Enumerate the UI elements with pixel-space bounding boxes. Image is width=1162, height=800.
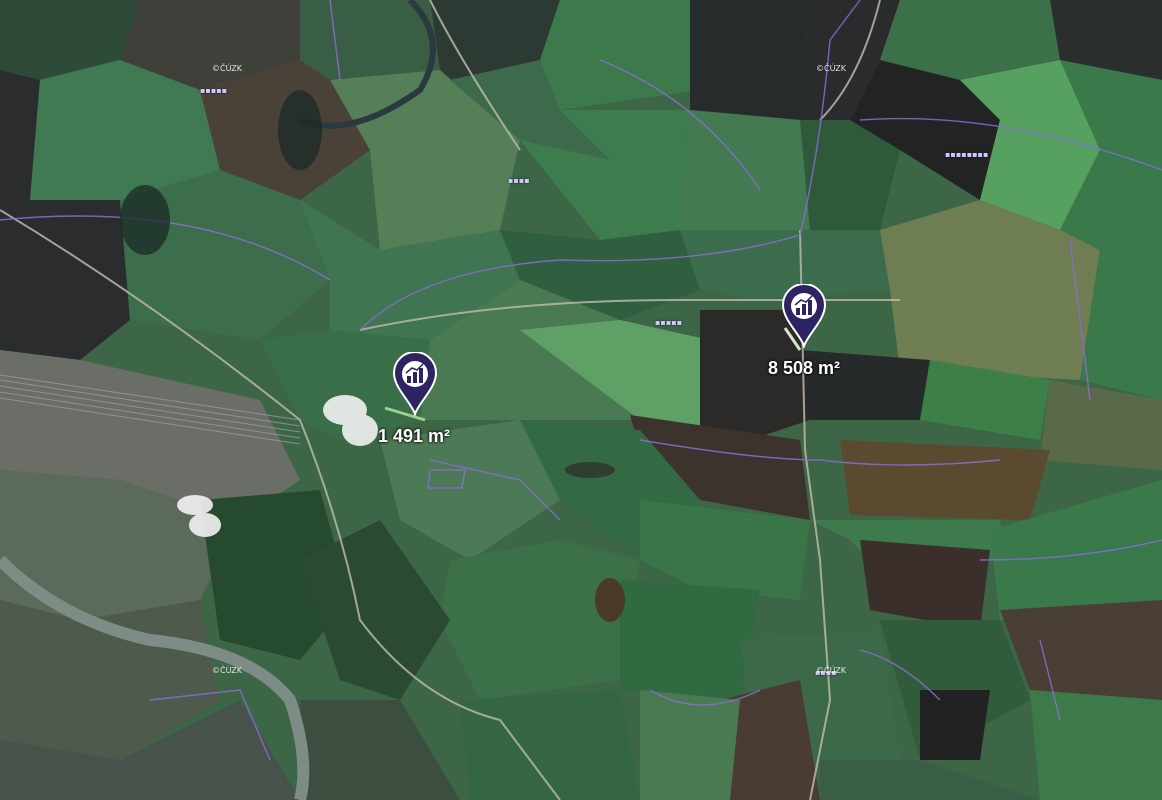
field <box>620 580 760 700</box>
forest-patch <box>595 578 625 622</box>
field <box>460 690 640 800</box>
village-label: ▪▪▪▪▪ <box>200 86 228 95</box>
village-label: ▪▪▪▪ <box>508 176 530 185</box>
field <box>840 440 1050 520</box>
field <box>690 0 810 120</box>
watermark: ©ČÚZK <box>212 64 243 73</box>
field <box>1030 690 1162 800</box>
field <box>640 690 740 800</box>
map-marker[interactable] <box>781 283 827 350</box>
watermark: ©ČÚZK <box>212 666 243 675</box>
parcel-area-label: 1 491 m² <box>378 426 451 446</box>
field <box>920 690 990 760</box>
watermark: ©ČÚZK <box>816 666 847 675</box>
watermark: ©ČÚZK <box>816 64 847 73</box>
village-label: ▪▪▪▪▪ <box>655 318 683 327</box>
parcel-area-label: 8 508 m² <box>768 358 841 378</box>
village-label: ▪▪▪▪▪▪▪▪ <box>945 150 989 159</box>
satellite-map[interactable] <box>0 0 1162 800</box>
forest-patch <box>565 462 615 478</box>
map-marker[interactable] <box>392 351 438 418</box>
